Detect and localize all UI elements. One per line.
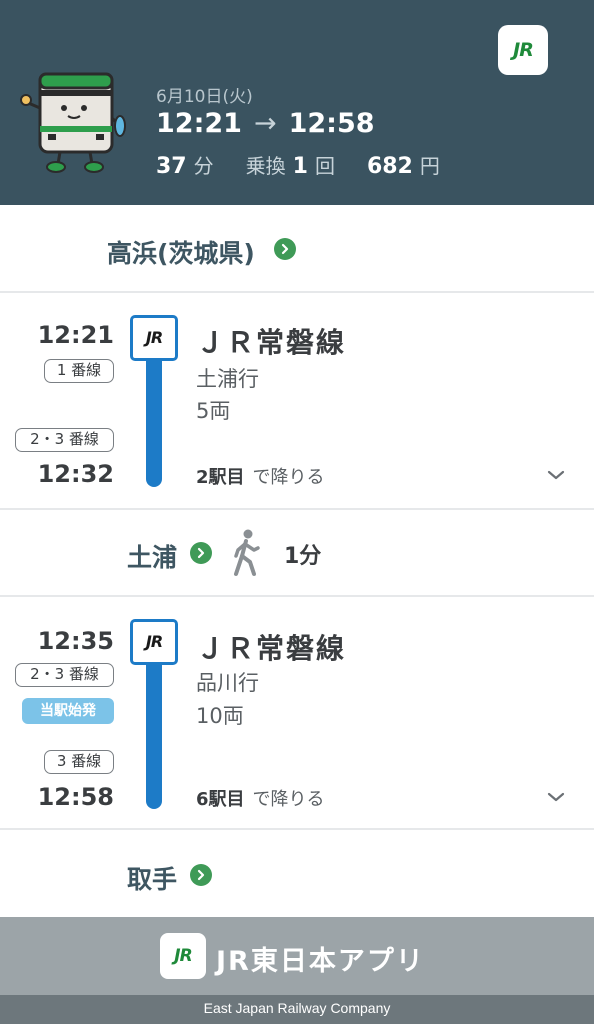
origin-start-badge: 当駅始発 [22, 698, 114, 724]
line-badge-text: JR [145, 328, 163, 347]
arrive-platform-badge: 3 番線 [44, 750, 114, 774]
duration-value: 37 [156, 154, 187, 179]
trip-date: 6月10日(火) [156, 87, 253, 107]
fare-unit: 円 [419, 154, 440, 178]
jr-logo-text: JR [513, 39, 534, 61]
trip-meta: 37 分 乗換 1 回 682 円 [156, 150, 440, 179]
fare-value: 682 [366, 154, 413, 179]
line-badge-text: JR [145, 632, 163, 651]
segment-depart-time: 12:35 [37, 627, 114, 655]
transfer-unit: 回 [314, 154, 335, 178]
train-destination: 土浦行 [196, 367, 259, 391]
trip-times: 12:21 → 12:58 [156, 108, 375, 139]
route-line-bar [146, 663, 162, 809]
jr-logo-badge[interactable]: JR [498, 25, 548, 75]
transfer-count: 1 [292, 154, 308, 179]
line-jr-badge: JR [130, 619, 178, 665]
route-summary-header: 6月10日(火) 12:21 → 12:58 37 分 乗換 1 回 682 円 J… [0, 0, 594, 205]
company-name: East Japan Railway Company [203, 1000, 391, 1016]
origin-station-name[interactable]: 高浜(茨城県) [107, 234, 255, 270]
stops-suffix: で降りる [252, 789, 325, 810]
stops-count: 6駅目 [196, 789, 245, 810]
transfer-label: 乗換 [245, 154, 286, 178]
jr-logo-text: JR [174, 946, 192, 966]
jr-logo-badge: JR [160, 933, 206, 979]
segment-arrive-time: 12:58 [37, 783, 114, 811]
duration-unit: 分 [193, 154, 214, 178]
trip-arrive-time: 12:58 [288, 108, 375, 139]
train-cars: 10両 [196, 704, 244, 728]
line-name: ＪＲ常磐線 [196, 326, 347, 359]
train-mascot-icon [20, 72, 126, 173]
chevron-right-circle-icon[interactable] [274, 238, 296, 260]
stops-suffix: で降りる [252, 467, 325, 488]
train-cars: 5両 [196, 399, 231, 423]
destination-station-name[interactable]: 取手 [127, 860, 177, 896]
walking-person-icon [234, 529, 260, 576]
depart-platform-badge: 2・3 番線 [15, 663, 114, 687]
chevron-right-circle-icon[interactable] [190, 864, 212, 886]
line-jr-badge: JR [130, 315, 178, 361]
transfer-station-name[interactable]: 土浦 [127, 538, 177, 574]
line-name: ＪＲ常磐線 [196, 632, 347, 665]
segment-arrive-time: 12:32 [37, 460, 114, 488]
arrow-right-icon: → [253, 108, 277, 139]
chevron-down-icon[interactable] [546, 468, 566, 482]
stops-count: 2駅目 [196, 467, 245, 488]
arrive-platform-badge: 2・3 番線 [15, 428, 114, 452]
alight-stops: 6駅目 で降りる [196, 785, 325, 811]
company-bar: East Japan Railway Company [0, 995, 594, 1024]
route-line-bar [146, 359, 162, 487]
trip-depart-time: 12:21 [156, 108, 242, 139]
walk-time: 1分 [284, 544, 322, 569]
train-segment[interactable]: 12:21 1 番線 2・3 番線 12:32 JR ＪＲ常磐線 土浦行 5両 … [0, 293, 594, 508]
chevron-right-circle-icon[interactable] [190, 542, 212, 564]
alight-stops: 2駅目 で降りる [196, 463, 325, 489]
origin-station-row[interactable]: 高浜(茨城県) [0, 205, 594, 291]
app-name: JR東日本アプリ [216, 946, 425, 977]
app-footer: JR JR東日本アプリ East Japan Railway Company [0, 917, 594, 1024]
destination-station-row[interactable]: 取手 [0, 830, 594, 917]
chevron-down-icon[interactable] [546, 790, 566, 804]
depart-platform-badge: 1 番線 [44, 359, 114, 383]
train-destination: 品川行 [196, 671, 259, 695]
train-segment[interactable]: 12:35 2・3 番線 当駅始発 3 番線 12:58 JR ＪＲ常磐線 品川… [0, 597, 594, 827]
segment-depart-time: 12:21 [37, 321, 114, 349]
